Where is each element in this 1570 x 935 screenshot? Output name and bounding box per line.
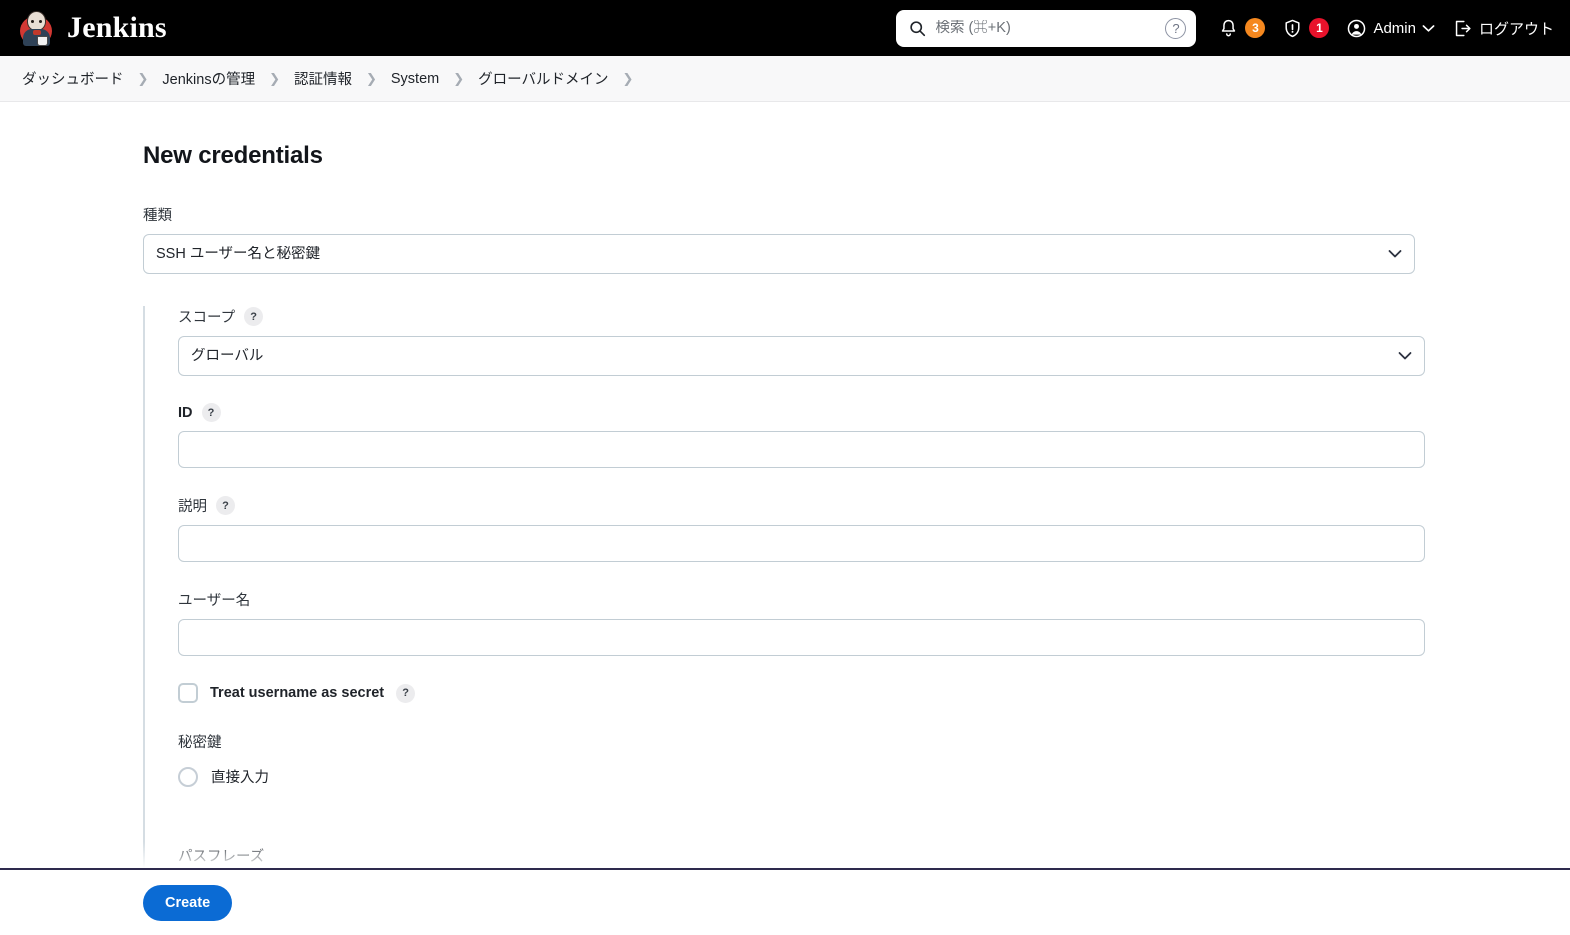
breadcrumb-separator: ❯	[269, 70, 280, 86]
treat-username-as-secret-checkbox[interactable]	[178, 683, 198, 703]
kind-select[interactable]: SSH ユーザー名と秘密鍵	[143, 234, 1415, 274]
form-footer: Create	[0, 868, 1570, 935]
search-help-icon[interactable]: ?	[1165, 17, 1187, 39]
chevron-down-icon	[1422, 24, 1435, 32]
description-field: 説明 ?	[178, 495, 1440, 562]
search-box[interactable]: ?	[896, 9, 1197, 47]
breadcrumb-item-dashboard[interactable]: ダッシュボード	[14, 64, 132, 93]
treat-username-as-secret-help-icon[interactable]: ?	[396, 683, 416, 703]
description-label-row: 説明 ?	[178, 495, 1440, 516]
scope-label: スコープ	[178, 310, 236, 326]
id-field: ID ?	[178, 403, 1440, 468]
notifications-button[interactable]: 3	[1218, 11, 1266, 45]
id-label: ID	[178, 404, 193, 421]
app-header: Jenkins ? 3 1	[0, 0, 1570, 56]
breadcrumb-separator: ❯	[453, 70, 465, 86]
private-key-direct-entry-radio[interactable]	[178, 766, 198, 787]
breadcrumb-separator: ❯	[365, 70, 377, 86]
page-title: New credentials	[143, 142, 323, 169]
kind-select-wrapper[interactable]: SSH ユーザー名と秘密鍵	[143, 234, 1415, 274]
kind-field: 種類 SSH ユーザー名と秘密鍵	[143, 204, 1415, 274]
private-key-direct-entry-label: 直接入力	[211, 770, 269, 786]
brand-name: Jenkins	[67, 11, 167, 44]
jenkins-butler-logo-icon	[18, 9, 56, 47]
search-icon	[910, 20, 926, 36]
user-menu-label: Admin	[1373, 19, 1416, 37]
username-input[interactable]	[178, 619, 1425, 656]
breadcrumb-separator: ❯	[137, 70, 149, 86]
jenkins-home-link[interactable]: Jenkins	[18, 9, 167, 47]
username-field: ユーザー名	[178, 589, 1440, 656]
private-key-direct-entry-row: 直接入力	[178, 766, 1440, 787]
id-help-icon[interactable]: ?	[201, 403, 221, 422]
security-badge: 1	[1309, 18, 1330, 38]
passphrase-label: パスフレーズ	[178, 849, 265, 865]
create-button[interactable]: Create	[143, 884, 233, 921]
kind-label: 種類	[143, 208, 172, 224]
header-actions: 3 1 Admin ログアウト	[1218, 11, 1554, 45]
breadcrumb-item-manage-jenkins[interactable]: Jenkinsの管理	[154, 64, 263, 93]
breadcrumb-item-credentials[interactable]: 認証情報	[286, 64, 360, 93]
shield-exclamation-icon	[1285, 19, 1300, 37]
user-circle-icon	[1348, 19, 1366, 37]
security-alerts-button[interactable]: 1	[1282, 11, 1330, 45]
treat-username-as-secret-row: Treat username as secret ?	[178, 683, 1440, 703]
main-content: New credentials 種類 SSH ユーザー名と秘密鍵 スコープ ? …	[0, 102, 1570, 935]
scope-label-row: スコープ ?	[178, 306, 1440, 327]
scope-select[interactable]: グローバル	[178, 336, 1425, 376]
breadcrumb-item-system[interactable]: System	[383, 67, 447, 91]
breadcrumb: ダッシュボード ❯ Jenkinsの管理 ❯ 認証情報 ❯ System ❯ グ…	[0, 56, 1570, 102]
bell-icon	[1222, 19, 1236, 36]
treat-username-as-secret-label: Treat username as secret	[210, 685, 385, 701]
breadcrumb-separator: ❯	[622, 70, 634, 86]
breadcrumb-item-global-domain[interactable]: グローバルドメイン	[470, 64, 616, 93]
username-label: ユーザー名	[178, 593, 251, 609]
id-label-row: ID ?	[178, 403, 1440, 422]
credential-details-section: スコープ ? グローバル ID ? 説明 ? ユーザー名 Treat usern…	[143, 306, 1440, 912]
description-help-icon[interactable]: ?	[216, 496, 235, 515]
logout-label: ログアウト	[1478, 20, 1554, 38]
private-key-label: 秘密鍵	[178, 735, 222, 751]
description-label: 説明	[178, 499, 207, 515]
scope-select-wrapper[interactable]: グローバル	[178, 336, 1425, 376]
logout-icon	[1455, 20, 1471, 36]
scope-help-icon[interactable]: ?	[244, 307, 264, 326]
description-input[interactable]	[178, 525, 1425, 562]
user-menu-button[interactable]: Admin	[1346, 11, 1435, 45]
id-input[interactable]	[178, 431, 1425, 468]
scope-field: スコープ ? グローバル	[178, 306, 1440, 376]
notifications-badge: 3	[1245, 18, 1266, 38]
search-input[interactable]	[935, 20, 1157, 36]
logout-button[interactable]: ログアウト	[1452, 11, 1554, 45]
